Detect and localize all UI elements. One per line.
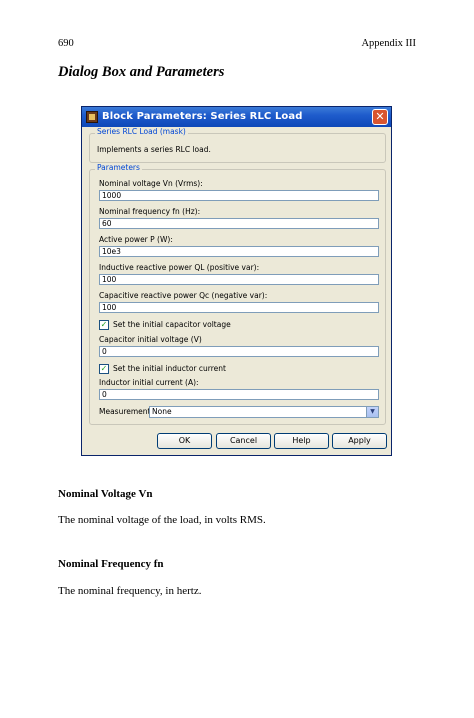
capacitor-voltage-label: Capacitor initial voltage (V) — [99, 335, 202, 344]
inductor-current-label: Inductor initial current (A): — [99, 378, 199, 387]
parameters-group-legend: Parameters — [95, 163, 142, 172]
active-power-input[interactable]: 10e3 — [99, 246, 379, 257]
initial-inductor-current-checkbox[interactable]: ✓ — [99, 364, 109, 374]
help-button[interactable]: Help — [274, 433, 329, 449]
measurements-select[interactable]: None ▼ — [149, 406, 379, 418]
nominal-voltage-heading: Nominal Voltage Vn — [58, 488, 153, 500]
dialog-title: Block Parameters: Series RLC Load — [102, 111, 303, 122]
nominal-frequency-input[interactable]: 60 — [99, 218, 379, 229]
running-head: Appendix III — [361, 38, 416, 49]
nominal-voltage-input[interactable]: 1000 — [99, 190, 379, 201]
nominal-frequency-description: The nominal frequency, in hertz. — [58, 585, 202, 597]
ok-button[interactable]: OK — [157, 433, 212, 449]
inductive-power-input[interactable]: 100 — [99, 274, 379, 285]
cancel-button[interactable]: Cancel — [216, 433, 271, 449]
dialog-titlebar[interactable]: Block Parameters: Series RLC Load ✕ — [82, 107, 391, 127]
measurements-label: Measurements — [99, 407, 155, 416]
mask-description: Implements a series RLC load. — [97, 145, 211, 154]
nominal-frequency-heading: Nominal Frequency fn — [58, 558, 164, 570]
inductive-power-label: Inductive reactive power QL (positive va… — [99, 263, 260, 272]
mask-group-legend: Series RLC Load (mask) — [95, 127, 188, 136]
initial-capacitor-voltage-label: Set the initial capacitor voltage — [113, 320, 231, 329]
initial-inductor-current-label: Set the initial inductor current — [113, 364, 226, 373]
page-number: 690 — [58, 38, 74, 49]
initial-capacitor-voltage-checkbox[interactable]: ✓ — [99, 320, 109, 330]
apply-button[interactable]: Apply — [332, 433, 387, 449]
mask-group: Series RLC Load (mask) Implements a seri… — [89, 127, 386, 163]
nominal-voltage-label: Nominal voltage Vn (Vrms): — [99, 179, 203, 188]
close-icon[interactable]: ✕ — [372, 109, 388, 125]
parameters-group: Parameters Nominal voltage Vn (Vrms): 10… — [89, 163, 386, 425]
inductor-current-input[interactable]: 0 — [99, 389, 379, 400]
block-parameters-dialog: Block Parameters: Series RLC Load ✕ Seri… — [81, 106, 392, 456]
chevron-down-icon[interactable]: ▼ — [366, 407, 378, 417]
active-power-label: Active power P (W): — [99, 235, 173, 244]
section-title: Dialog Box and Parameters — [58, 64, 225, 80]
capacitor-voltage-input[interactable]: 0 — [99, 346, 379, 357]
nominal-voltage-description: The nominal voltage of the load, in volt… — [58, 514, 266, 526]
measurements-selected-value: None — [152, 407, 172, 416]
nominal-frequency-label: Nominal frequency fn (Hz): — [99, 207, 201, 216]
simulink-block-icon — [86, 111, 98, 123]
capacitive-power-label: Capacitive reactive power Qc (negative v… — [99, 291, 268, 300]
capacitive-power-input[interactable]: 100 — [99, 302, 379, 313]
